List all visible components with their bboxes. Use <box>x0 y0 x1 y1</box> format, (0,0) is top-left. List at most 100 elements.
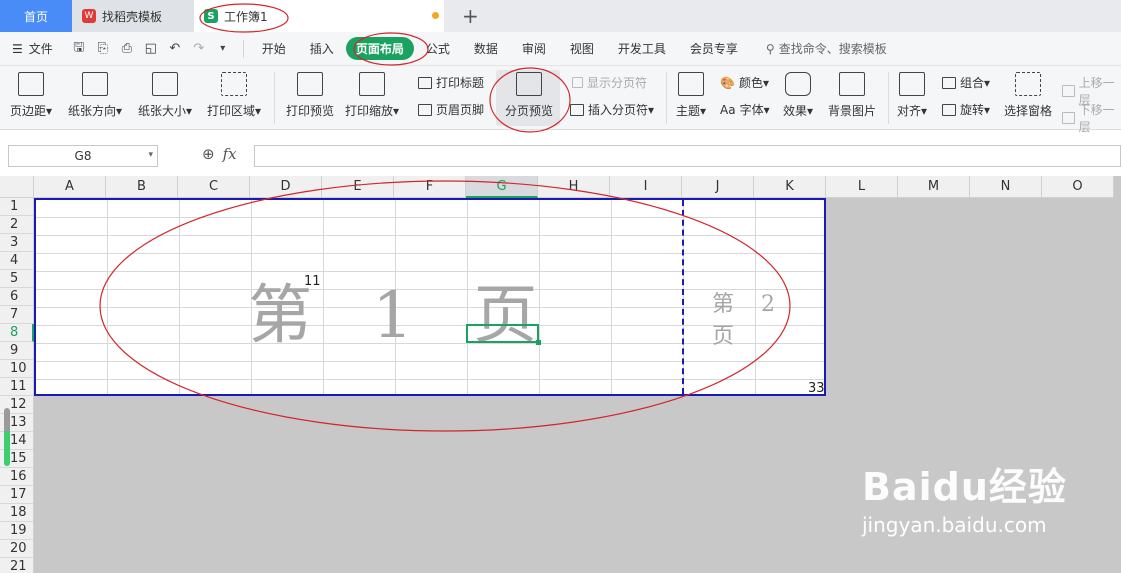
group-button[interactable]: 组合▾ <box>942 74 990 91</box>
rotate-button[interactable]: 旋转▾ <box>942 101 990 118</box>
tab-home[interactable]: 首页 <box>0 0 72 32</box>
row-header-8[interactable]: 8 <box>0 324 34 342</box>
effects-button[interactable]: 效果▾ <box>783 72 813 119</box>
selection-pane-button[interactable]: 选择窗格 <box>1004 72 1052 119</box>
show-page-breaks-checkbox[interactable]: 显示分页符 <box>572 74 647 91</box>
send-backward-button[interactable]: 下移一层 <box>1062 101 1121 135</box>
print-scale-button[interactable]: 打印缩放▾ <box>345 72 399 119</box>
row-header-7[interactable]: 7 <box>0 306 34 324</box>
tab-bar: 首页 W 找稻壳模板 S 工作簿1 + <box>0 0 1121 32</box>
menu-tab-data[interactable]: 数据 <box>462 40 510 57</box>
print-icon[interactable]: ⎙ <box>119 41 135 56</box>
menu-tab-developer[interactable]: 开发工具 <box>606 40 678 57</box>
customize-dropdown-icon[interactable]: ▾ <box>215 43 231 54</box>
orientation-button[interactable]: 纸张方向▾ <box>68 72 122 119</box>
gridline-vertical <box>611 200 612 394</box>
row-header-18[interactable]: 18 <box>0 504 34 522</box>
cell-k11[interactable]: 33 <box>808 381 825 396</box>
print-preview-button[interactable]: 打印预览 <box>286 72 334 119</box>
column-header-d[interactable]: D <box>250 176 322 198</box>
scrollbar-indicator <box>4 431 10 466</box>
row-header-2[interactable]: 2 <box>0 216 34 234</box>
tab-template-store[interactable]: W 找稻壳模板 <box>72 0 194 32</box>
column-header-o[interactable]: O <box>1042 176 1114 198</box>
column-header-g[interactable]: G <box>466 176 538 198</box>
cell-d5[interactable]: 11 <box>304 274 321 289</box>
hamburger-icon: ☰ <box>12 41 23 56</box>
tab-workbook[interactable]: S 工作簿1 <box>194 0 444 32</box>
page-break-preview-icon <box>516 72 542 96</box>
row-header-17[interactable]: 17 <box>0 486 34 504</box>
column-header-m[interactable]: M <box>898 176 970 198</box>
export-pdf-icon[interactable]: ⎘ <box>95 41 111 56</box>
column-header-a[interactable]: A <box>34 176 106 198</box>
row-header-6[interactable]: 6 <box>0 288 34 306</box>
new-tab-button[interactable]: + <box>462 4 479 28</box>
row-header-21[interactable]: 21 <box>0 558 34 573</box>
watermark-url: jingyan.baidu.com <box>862 513 1047 537</box>
menu-tab-view[interactable]: 视图 <box>558 40 606 57</box>
menu-tab-insert[interactable]: 插入 <box>298 40 346 57</box>
menu-tab-review[interactable]: 审阅 <box>510 40 558 57</box>
send-backward-icon <box>1062 112 1075 124</box>
undo-icon[interactable]: ↶ <box>167 41 183 56</box>
row-header-11[interactable]: 11 <box>0 378 34 396</box>
column-header-j[interactable]: J <box>682 176 754 198</box>
column-header-l[interactable]: L <box>826 176 898 198</box>
menu-tab-formulas[interactable]: 公式 <box>414 40 462 57</box>
row-header-9[interactable]: 9 <box>0 342 34 360</box>
column-header-f[interactable]: F <box>394 176 466 198</box>
name-box[interactable]: G8 ▾ <box>8 145 158 167</box>
fill-handle[interactable] <box>536 340 541 345</box>
page-break-line[interactable] <box>682 200 684 394</box>
print-area-button[interactable]: 打印区域▾ <box>207 72 261 119</box>
menu-tab-member[interactable]: 会员专享 <box>678 40 750 57</box>
row-header-20[interactable]: 20 <box>0 540 34 558</box>
row-header-3[interactable]: 3 <box>0 234 34 252</box>
row-header-4[interactable]: 4 <box>0 252 34 270</box>
colors-button[interactable]: 🎨 颜色▾ <box>720 74 769 91</box>
row-header-19[interactable]: 19 <box>0 522 34 540</box>
print-preview-icon <box>297 72 323 96</box>
align-button[interactable]: 对齐▾ <box>897 72 927 119</box>
quick-access-toolbar: 🖫 ⎘ ⎙ ◱ ↶ ↷ ▾ <box>65 38 237 60</box>
active-cell-selection[interactable] <box>466 324 541 345</box>
print-page-area: 第 1 页 第 2 页 11 33 <box>34 198 826 396</box>
row-header-16[interactable]: 16 <box>0 468 34 486</box>
column-header-c[interactable]: C <box>178 176 250 198</box>
column-header-i[interactable]: I <box>610 176 682 198</box>
menu-tab-page-layout[interactable]: 页面布局 <box>345 37 414 60</box>
gridline-horizontal <box>36 379 824 380</box>
header-footer-button[interactable]: 页眉页脚 <box>418 101 484 118</box>
column-header-h[interactable]: H <box>538 176 610 198</box>
command-search[interactable]: ⚲ 查找命令、搜索模板 <box>750 40 887 57</box>
formula-input[interactable] <box>254 145 1121 167</box>
select-all-corner[interactable] <box>0 176 34 198</box>
paper-size-button[interactable]: 纸张大小▾ <box>138 72 192 119</box>
page-break-preview-button[interactable]: 分页预览 <box>505 72 553 119</box>
ribbon-separator <box>666 72 667 124</box>
background-image-button[interactable]: 背景图片 <box>828 72 876 119</box>
menu-tab-home[interactable]: 开始 <box>250 40 298 57</box>
fx-icon[interactable]: fx <box>223 145 237 163</box>
align-icon <box>899 72 926 96</box>
print-titles-button[interactable]: 打印标题 <box>418 74 484 91</box>
redo-icon[interactable]: ↷ <box>191 41 207 56</box>
palette-icon: 🎨 <box>720 75 735 90</box>
file-menu-button[interactable]: ☰ 文件 <box>0 40 65 57</box>
insert-page-break-button[interactable]: 插入分页符▾ <box>570 101 654 118</box>
column-header-k[interactable]: K <box>754 176 826 198</box>
checkbox-icon <box>572 77 583 88</box>
theme-button[interactable]: 主题▾ <box>676 72 706 119</box>
column-header-e[interactable]: E <box>322 176 394 198</box>
column-header-b[interactable]: B <box>106 176 178 198</box>
margins-button[interactable]: 页边距▾ <box>10 72 52 119</box>
zoom-icon[interactable]: ⊕ <box>202 145 215 163</box>
column-header-n[interactable]: N <box>970 176 1042 198</box>
row-header-1[interactable]: 1 <box>0 198 34 216</box>
print-preview-icon[interactable]: ◱ <box>143 41 159 56</box>
row-header-5[interactable]: 5 <box>0 270 34 288</box>
save-icon[interactable]: 🖫 <box>71 38 87 60</box>
row-header-10[interactable]: 10 <box>0 360 34 378</box>
fonts-button[interactable]: Aa 字体▾ <box>720 101 770 118</box>
